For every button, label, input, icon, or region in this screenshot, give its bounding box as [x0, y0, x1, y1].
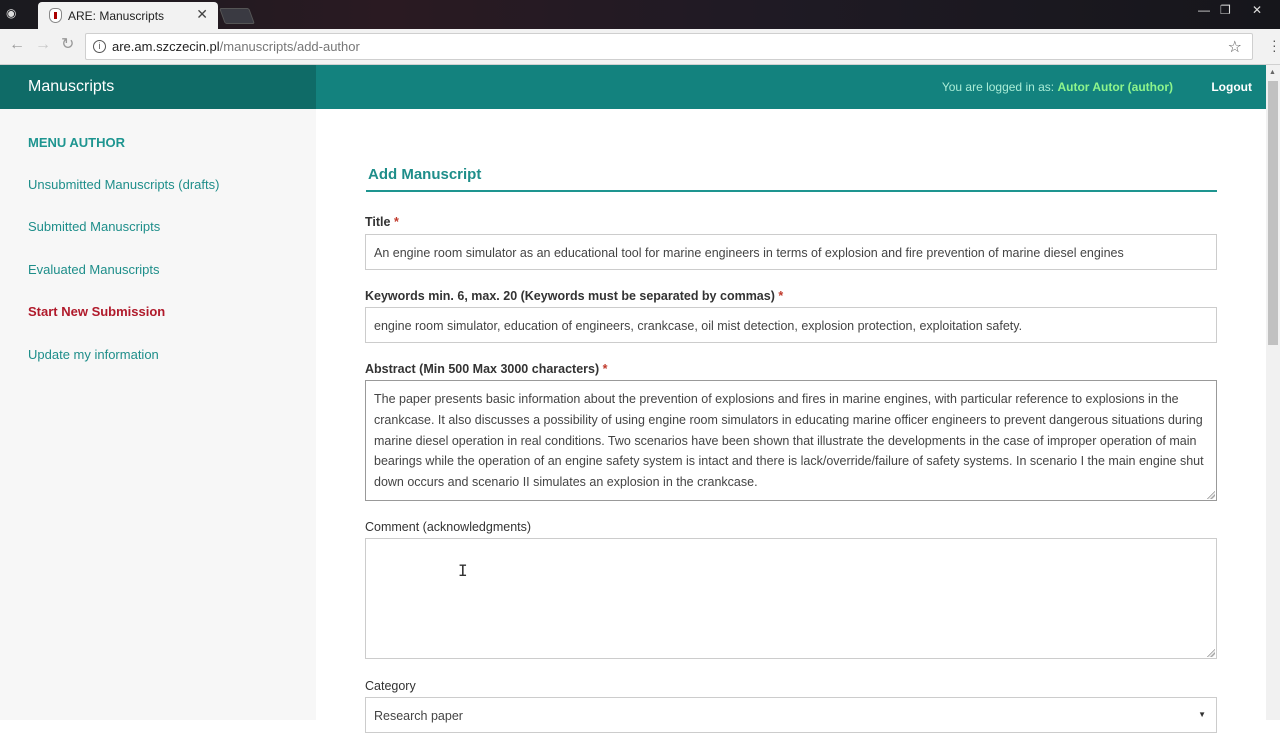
- category-select[interactable]: Research paper ▼: [365, 697, 1217, 733]
- incognito-icon: ◉: [6, 6, 17, 20]
- browser-toolbar: ← → ↻ i are.am.szczecin.pl/manuscripts/a…: [0, 29, 1280, 65]
- category-label: Category: [365, 679, 416, 693]
- minimize-icon[interactable]: —: [1198, 3, 1210, 17]
- sidebar: MENU AUTHOR Unsubmitted Manuscripts (dra…: [0, 109, 316, 720]
- brand[interactable]: Manuscripts: [0, 65, 316, 109]
- resize-handle-icon[interactable]: [1207, 491, 1215, 499]
- text-cursor-icon: I: [458, 561, 468, 580]
- title-input[interactable]: An engine room simulator as an education…: [365, 234, 1217, 270]
- page-title: Add Manuscript: [368, 166, 482, 183]
- logged-in-status: You are logged in as: Autor Autor (autho…: [941, 80, 1173, 94]
- sidebar-item-evaluated[interactable]: Evaluated Manuscripts: [28, 262, 160, 277]
- url-text: are.am.szczecin.pl/manuscripts/add-autho…: [112, 39, 360, 54]
- title-label: Title *: [365, 215, 399, 229]
- comment-label: Comment (acknowledgments): [365, 520, 532, 534]
- close-tab-icon[interactable]: ✕: [196, 7, 208, 21]
- keywords-label: Keywords min. 6, max. 20 (Keywords must …: [365, 289, 784, 303]
- reload-icon[interactable]: ↻: [61, 37, 74, 53]
- app-header: Manuscripts You are logged in as: Autor …: [0, 65, 1266, 109]
- abstract-textarea[interactable]: The paper presents basic information abo…: [365, 380, 1217, 501]
- page-scrollbar[interactable]: ▲: [1266, 65, 1280, 720]
- sidebar-heading: MENU AUTHOR: [28, 135, 126, 150]
- sidebar-item-unsubmitted[interactable]: Unsubmitted Manuscripts (drafts): [28, 177, 219, 192]
- logged-user[interactable]: Autor Autor (author): [1057, 80, 1173, 94]
- tab-title: ARE: Manuscripts: [68, 9, 165, 23]
- abstract-label: Abstract (Min 500 Max 3000 characters) *: [365, 362, 608, 376]
- abstract-text: The paper presents basic information abo…: [374, 392, 1204, 490]
- browser-tab[interactable]: ARE: Manuscripts ✕: [38, 2, 218, 29]
- title-divider: [366, 190, 1217, 192]
- browser-tab-bar: ◉ ARE: Manuscripts ✕ — ❐ ✕: [0, 0, 1280, 29]
- menu-icon[interactable]: · · ·: [1272, 33, 1277, 57]
- keywords-input[interactable]: engine room simulator, education of engi…: [365, 307, 1217, 343]
- scroll-up-icon[interactable]: ▲: [1269, 69, 1276, 76]
- scrollbar-thumb[interactable]: [1268, 81, 1278, 345]
- address-bar[interactable]: i are.am.szczecin.pl/manuscripts/add-aut…: [85, 33, 1253, 60]
- maximize-icon[interactable]: ❐: [1220, 3, 1231, 17]
- close-window-icon[interactable]: ✕: [1252, 3, 1262, 17]
- new-tab-button[interactable]: [219, 8, 255, 24]
- info-icon[interactable]: i: [93, 40, 106, 53]
- site-favicon-icon: [49, 8, 62, 23]
- logout-link[interactable]: Logout: [1211, 80, 1252, 94]
- main-content: Add Manuscript Title * An engine room si…: [316, 109, 1266, 733]
- resize-handle-icon[interactable]: [1207, 649, 1215, 657]
- sidebar-item-submitted[interactable]: Submitted Manuscripts: [28, 219, 160, 234]
- comment-textarea[interactable]: [365, 538, 1217, 659]
- sidebar-item-new-submission[interactable]: Start New Submission: [28, 304, 165, 319]
- star-icon[interactable]: ☆: [1228, 37, 1242, 57]
- forward-icon[interactable]: →: [35, 37, 51, 53]
- back-icon[interactable]: ←: [9, 37, 25, 53]
- sidebar-item-update-info[interactable]: Update my information: [28, 347, 159, 362]
- brand-title[interactable]: Manuscripts: [28, 78, 114, 96]
- chevron-down-icon: ▼: [1198, 710, 1206, 719]
- top-bar: You are logged in as: Autor Autor (autho…: [316, 65, 1266, 109]
